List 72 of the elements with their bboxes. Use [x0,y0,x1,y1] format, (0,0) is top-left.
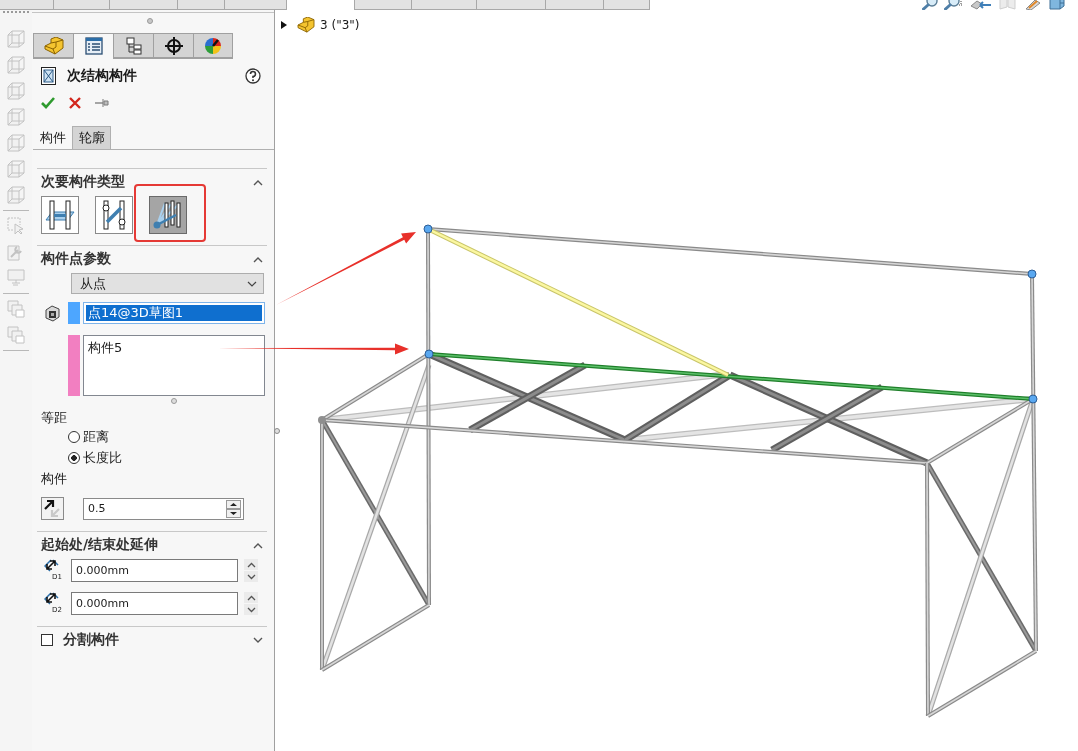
point-marker-icon[interactable] [1028,394,1038,404]
section-title: 次要构件类型 [41,173,125,191]
flip-arrows-icon [43,499,62,518]
magnifier-icon[interactable] [944,0,964,10]
radio-label[interactable]: 长度比 [83,448,122,467]
resize-handle-icon[interactable] [171,398,177,404]
field-label: 构件 [40,471,67,487]
flip-button[interactable] [41,497,64,520]
selection-field[interactable]: 点14@3D草图1 [83,302,265,324]
feature-title: 次结构构件 [67,67,137,85]
member-type-button[interactable] [149,196,187,234]
tree-boxes-icon [124,36,143,55]
collapse-handle-icon[interactable] [274,428,280,434]
member-type-button[interactable] [95,196,133,234]
splitter-handle-icon[interactable] [147,18,153,24]
color-ball-icon [204,36,222,55]
chevron-up-icon [246,561,256,568]
chevron-down-icon[interactable] [253,636,263,644]
mode-dropdown[interactable]: 从点 [71,273,264,294]
help-icon[interactable] [245,68,261,84]
fan-lines-icon [152,200,184,230]
point-marker-icon[interactable] [424,349,434,359]
panel-tab[interactable] [193,33,233,58]
extend-arrow-icon [44,559,59,573]
ratio-field[interactable]: 0.5 [83,497,244,520]
magnifier-icon[interactable] [922,0,938,10]
part-icon [297,17,315,33]
list-item[interactable]: 构件5 [88,339,123,357]
joint-marker-icon [318,416,326,424]
checkmark-icon[interactable] [40,95,56,111]
caret-icon [247,280,257,287]
sub-tab[interactable]: 轮廓 [72,126,111,149]
section-title: 构件点参数 [41,250,111,268]
panel-tab[interactable] [113,33,153,58]
close-icon[interactable] [67,95,83,111]
structure-member-icon [41,67,56,85]
selection-list[interactable]: 构件5 [83,335,265,396]
vertex-icon [44,304,61,322]
field-label: 等距 [40,410,67,426]
radio-button[interactable] [68,451,80,464]
spin-buttons-icon[interactable] [226,499,241,518]
spin-up-button[interactable] [244,592,258,603]
collapsed-arrow-icon[interactable] [281,21,287,29]
radio-label[interactable]: 距离 [83,427,109,446]
extend-arrow-icon [44,592,59,606]
point-marker-icon[interactable] [423,224,433,234]
spin-down-button[interactable] [244,604,258,615]
length-field[interactable]: 0.000mm [71,559,238,582]
part-icon [43,36,64,55]
chevron-up-icon[interactable] [253,255,263,263]
crosshair-icon [164,36,183,55]
grip-handle[interactable] [3,11,29,13]
chevron-up-icon [246,594,256,601]
panel-tab[interactable] [153,33,193,58]
spin-down-button[interactable] [244,571,258,582]
member-type-button[interactable] [41,196,79,234]
radio-button[interactable] [68,430,80,443]
point-marker-icon[interactable] [1027,269,1037,279]
cube-icon[interactable] [1049,0,1065,10]
spin-up-button[interactable] [244,559,258,570]
chevron-down-icon [246,573,256,580]
checkbox-label[interactable]: 分割构件 [63,631,119,649]
chevron-up-icon[interactable] [253,541,263,549]
section-title: 起始处/结束处延伸 [41,536,159,554]
chevron-up-icon[interactable] [253,178,263,186]
tree-item-label[interactable]: 3 ("3") [320,18,360,32]
property-list-icon [84,37,103,55]
arrow-icon[interactable] [970,0,992,10]
bars-with-plane-icon [44,200,76,230]
chevron-down-icon [246,606,256,613]
length-field[interactable]: 0.000mm [71,592,238,615]
checkbox[interactable] [41,634,53,646]
